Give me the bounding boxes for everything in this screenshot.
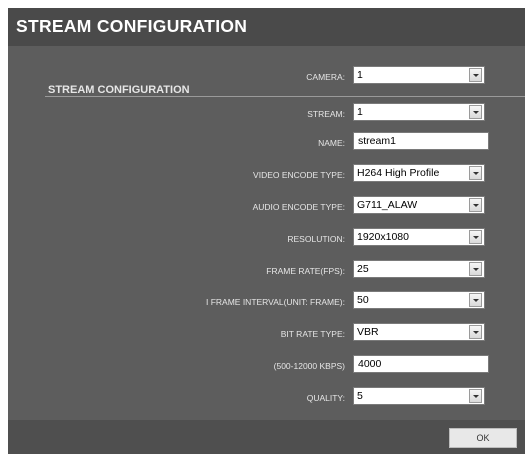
video-encode-type-value: H264 High Profile [357,167,440,179]
frame-rate-select[interactable]: 25 [353,260,485,278]
ok-button[interactable]: OK [449,428,517,448]
video-encode-type-label: VIDEO ENCODE TYPE: [253,170,345,180]
stream-select[interactable]: 1 [353,103,485,121]
i-frame-interval-select[interactable]: 50 [353,291,485,309]
title-bar: STREAM CONFIGURATION [8,8,525,46]
chevron-down-icon[interactable] [469,262,482,276]
camera-select[interactable]: 1 [353,66,485,84]
chevron-down-icon[interactable] [469,325,482,339]
audio-encode-type-label: AUDIO ENCODE TYPE: [252,202,345,212]
audio-encode-type-select[interactable]: G711_ALAW [353,196,485,214]
quality-label: QUALITY: [306,393,345,403]
dialog-title: STREAM CONFIGURATION [16,16,248,36]
resolution-label: RESOLUTION: [287,234,345,244]
frame-rate-value: 25 [357,263,369,275]
i-frame-interval-label: I FRAME INTERVAL(UNIT: FRAME): [205,297,345,307]
resolution-value: 1920x1080 [357,231,409,243]
bit-rate-label: (500-12000 KBPS) [273,361,345,371]
i-frame-interval-value: 50 [357,294,369,306]
section-divider [45,96,525,97]
bit-rate-type-select[interactable]: VBR [353,323,485,341]
stream-value: 1 [357,106,363,118]
resolution-select[interactable]: 1920x1080 [353,228,485,246]
camera-label: CAMERA: [306,72,345,82]
quality-value: 5 [357,390,363,402]
video-encode-type-select[interactable]: H264 High Profile [353,164,485,182]
chevron-down-icon[interactable] [469,166,482,180]
stream-configuration-dialog: STREAM CONFIGURATION STREAM CONFIGURATIO… [8,8,525,454]
name-label: NAME: [318,138,345,148]
stream-label: STREAM: [307,109,345,119]
frame-rate-label: FRAME RATE(FPS): [266,266,345,276]
camera-value: 1 [357,69,363,81]
chevron-down-icon[interactable] [469,68,482,82]
bit-rate-type-value: VBR [357,326,379,338]
chevron-down-icon[interactable] [469,293,482,307]
dialog-footer: OK [8,420,525,454]
bit-rate-field[interactable] [353,355,489,373]
name-field[interactable] [353,132,489,150]
audio-encode-type-value: G711_ALAW [357,199,418,211]
bit-rate-type-label: BIT RATE TYPE: [280,329,345,339]
chevron-down-icon[interactable] [469,105,482,119]
section-header: STREAM CONFIGURATION [48,84,190,96]
quality-select[interactable]: 5 [353,387,485,405]
chevron-down-icon[interactable] [469,389,482,403]
chevron-down-icon[interactable] [469,198,482,212]
chevron-down-icon[interactable] [469,230,482,244]
